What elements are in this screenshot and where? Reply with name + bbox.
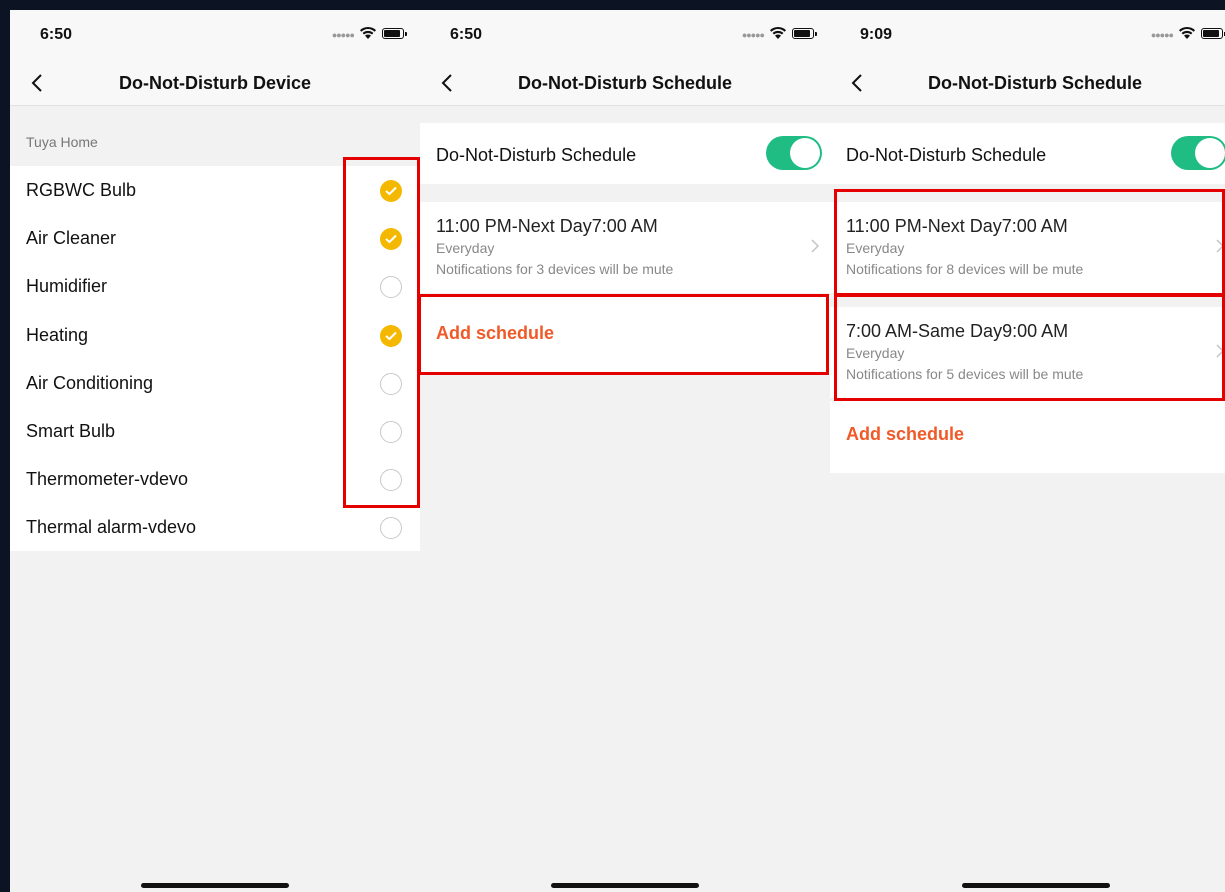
status-icons: ●●●●● — [1150, 26, 1225, 40]
page-title: Do-Not-Disturb Schedule — [518, 73, 732, 93]
schedule-frequency: Everyday — [436, 240, 495, 256]
schedule-item[interactable]: 11:00 PM-Next Day7:00 AM Everyday Notifi… — [420, 202, 830, 293]
cellular-signal-icon: ●●●●● — [1150, 30, 1174, 40]
device-name: Air Conditioning — [26, 372, 154, 393]
cellular-signal-icon: ●●●●● — [741, 30, 765, 40]
add-schedule-row[interactable]: Add schedule — [830, 401, 1225, 473]
battery-icon — [792, 27, 817, 39]
status-bar: 6:50 ●●●●● — [10, 10, 420, 62]
dnd-toggle-label: Do-Not-Disturb Schedule — [436, 145, 637, 165]
wifi-icon — [1179, 26, 1195, 39]
device-name: Thermometer-vdevo — [26, 469, 189, 490]
dnd-toggle-switch[interactable] — [1171, 136, 1225, 170]
home-indicator[interactable] — [141, 883, 289, 888]
dnd-toggle-switch[interactable] — [766, 136, 822, 170]
device-name: Smart Bulb — [26, 420, 116, 441]
schedule-screen-initial: 6:50 ●●●●● Do-Not-Disturb Schedule Do-No… — [420, 10, 830, 892]
wifi-icon — [360, 26, 376, 39]
unchecked-circle-icon[interactable] — [380, 517, 402, 540]
page-title: Do-Not-Disturb Device — [118, 73, 311, 93]
device-name: Thermal alarm-vdevo — [26, 517, 197, 538]
cellular-signal-icon: ●●●●● — [331, 30, 355, 40]
nav-bar: Do-Not-Disturb Schedule — [420, 62, 830, 106]
page-title: Do-Not-Disturb Schedule — [928, 73, 1142, 93]
device-name: Heating — [26, 324, 89, 345]
home-indicator[interactable] — [551, 883, 699, 888]
highlight-box-schedule-2 — [834, 294, 1225, 401]
status-bar: 6:50 ●●●●● — [420, 10, 830, 62]
device-name: Air Cleaner — [26, 228, 117, 249]
toggle-knob — [790, 138, 820, 168]
wifi-icon — [770, 26, 786, 39]
schedule-screen-filled: 9:09 ●●●●● Do-Not-Disturb Schedule Do-No… — [830, 10, 1225, 892]
home-indicator[interactable] — [961, 883, 1110, 888]
home-section-label: Tuya Home — [26, 134, 98, 150]
schedule-time: 11:00 PM-Next Day7:00 AM — [436, 216, 658, 236]
toggle-knob — [1195, 138, 1225, 168]
device-row[interactable]: Thermal alarm-vdevo — [10, 503, 420, 551]
dnd-toggle-row: Do-Not-Disturb Schedule — [420, 123, 830, 184]
status-time: 6:50 — [450, 26, 483, 43]
status-time: 6:50 — [40, 26, 73, 43]
device-name: RGBWC Bulb — [26, 180, 137, 200]
status-icons: ●●●●● — [331, 26, 407, 40]
dnd-toggle-row: Do-Not-Disturb Schedule — [830, 123, 1225, 184]
schedule-note: Notifications for 3 devices will be mute — [436, 261, 674, 277]
nav-bar: Do-Not-Disturb Device — [10, 62, 420, 106]
dnd-toggle-label: Do-Not-Disturb Schedule — [846, 145, 1047, 165]
status-bar: 9:09 ●●●●● — [830, 10, 1225, 62]
status-time: 9:09 — [860, 26, 893, 43]
chevron-right-icon — [811, 239, 820, 253]
add-schedule-button[interactable]: Add schedule — [846, 424, 964, 445]
status-icons: ●●●●● — [741, 26, 817, 40]
device-name: Humidifier — [26, 276, 108, 297]
highlight-box-add-schedule — [418, 294, 829, 375]
nav-bar: Do-Not-Disturb Schedule — [830, 62, 1225, 106]
battery-icon — [382, 27, 407, 39]
highlight-box-schedule-1 — [834, 189, 1225, 296]
highlight-box-checkboxes — [343, 157, 420, 508]
battery-icon — [1201, 27, 1225, 39]
